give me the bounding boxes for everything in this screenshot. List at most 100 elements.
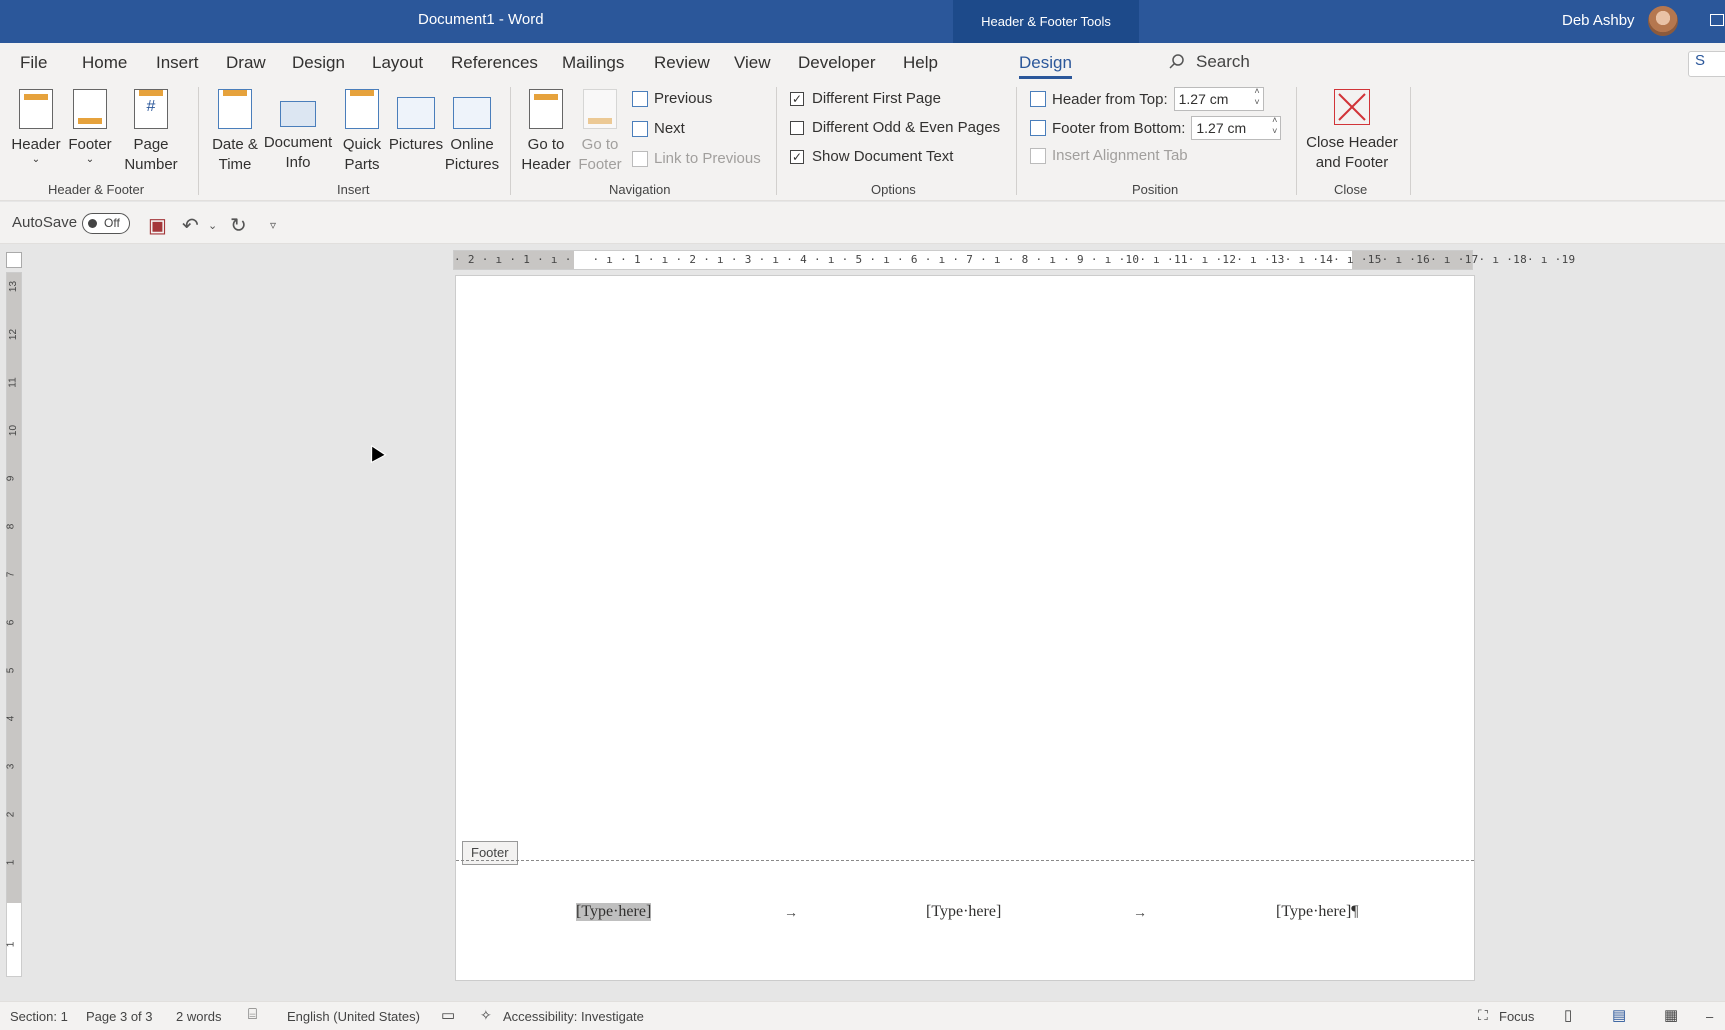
quick-parts-button[interactable]: Quick Parts <box>338 89 386 175</box>
next-button[interactable]: Next <box>632 120 685 137</box>
customize-toolbar-icon[interactable]: ▿ <box>270 218 276 232</box>
show-document-text-checkbox[interactable]: ✓ Show Document Text <box>790 148 953 165</box>
close-header-footer-button[interactable]: Close Header and Footer <box>1302 89 1402 173</box>
ruler-v-number: 11 <box>7 377 19 388</box>
focus-icon: ⛶ <box>1478 1007 1488 1023</box>
previous-button[interactable]: Previous <box>632 90 712 107</box>
group-label-position: Position <box>1132 182 1179 197</box>
document-info-label-1: Document <box>263 134 333 151</box>
tab-layout[interactable]: Layout <box>372 53 423 73</box>
go-to-footer-button[interactable]: Go to Footer <box>572 89 628 175</box>
ruler-v-number: 12 <box>8 328 20 341</box>
different-first-page-checkbox[interactable]: ✓ Different First Page <box>790 90 941 107</box>
display-settings-icon[interactable]: ▭ <box>441 1006 455 1024</box>
status-section[interactable]: Section: 1 <box>10 1009 68 1024</box>
go-to-header-label-1: Go to <box>527 136 565 153</box>
online-pictures-button[interactable]: Online Pictures <box>444 89 500 175</box>
avatar[interactable] <box>1648 6 1678 36</box>
previous-label: Previous <box>654 90 713 107</box>
zoom-out-icon[interactable]: – <box>1706 1009 1713 1024</box>
save-icon[interactable]: ▣ <box>148 213 167 238</box>
tab-design[interactable]: Design <box>292 53 345 73</box>
proofing-icon[interactable]: ⌸ <box>248 1006 257 1023</box>
header-icon <box>19 89 53 129</box>
ribbon-display-icon[interactable] <box>1710 14 1724 26</box>
calendar-icon <box>218 89 252 129</box>
chevron-down-icon[interactable]: ⌄ <box>208 219 217 232</box>
ruler-v-number: 1 <box>5 941 17 948</box>
tab-developer[interactable]: Developer <box>798 53 876 73</box>
tab-selector[interactable] <box>6 252 22 268</box>
vertical-ruler[interactable]: 13 12 11 10 9 8 7 6 5 4 3 2 1 1 <box>5 272 22 977</box>
status-language[interactable]: English (United States) <box>287 1009 420 1024</box>
tab-review[interactable]: Review <box>654 53 710 73</box>
insert-alignment-tab-label: Insert Alignment Tab <box>1052 147 1188 164</box>
mouse-pointer-icon <box>363 440 387 464</box>
online-pictures-label-1: Online <box>450 136 494 153</box>
undo-icon[interactable]: ↶ <box>182 213 199 238</box>
footer-icon <box>73 89 107 129</box>
ruler-v-number: 5 <box>5 667 17 674</box>
ruler-v-number: 4 <box>5 715 17 722</box>
footer-left-placeholder[interactable]: [Type·here] <box>576 903 652 921</box>
next-icon <box>632 120 648 137</box>
footer-position-icon <box>1030 120 1046 136</box>
date-time-button[interactable]: Date & Time <box>206 89 264 175</box>
tab-header-footer-design[interactable]: Design <box>1019 53 1072 79</box>
footer-from-bottom-stepper[interactable]: 1.27 cm <box>1191 115 1282 140</box>
group-separator <box>776 87 777 195</box>
different-odd-even-checkbox[interactable]: Different Odd & Even Pages <box>790 119 1000 136</box>
ruler-v-number: 2 <box>5 811 17 818</box>
footer-right-placeholder[interactable]: [Type·here]¶ <box>1276 903 1359 921</box>
tab-view[interactable]: View <box>734 53 771 73</box>
insert-alignment-tab-button[interactable]: Insert Alignment Tab <box>1030 147 1188 164</box>
pictures-icon <box>397 97 435 129</box>
ruler-margin-top <box>7 273 21 903</box>
pictures-label: Pictures <box>388 136 444 153</box>
share-button[interactable]: S <box>1688 51 1725 77</box>
accessibility-icon: ✧ <box>480 1007 492 1023</box>
read-mode-icon[interactable]: ▯ <box>1564 1006 1572 1024</box>
document-info-button[interactable]: Document Info <box>262 89 334 173</box>
go-to-footer-label-2: Footer <box>578 156 622 173</box>
tab-mailings[interactable]: Mailings <box>562 53 624 73</box>
title-bar: Document1 - Word Header & Footer Tools D… <box>0 0 1725 43</box>
footer-center-placeholder[interactable]: [Type·here] <box>926 903 1001 921</box>
date-time-label-1: Date & <box>212 136 258 153</box>
focus-button[interactable]: Focus <box>1499 1009 1534 1024</box>
web-layout-icon[interactable]: ▦ <box>1664 1006 1678 1024</box>
horizontal-ruler[interactable]: · 2 · ı · 1 · ı · · ı · 1 · ı · 2 · ı · … <box>453 250 1575 270</box>
footer-label: Footer <box>68 136 112 153</box>
status-accessibility[interactable]: Accessibility: Investigate <box>503 1009 644 1024</box>
redo-icon[interactable]: ↻ <box>230 213 247 238</box>
close-icon <box>1334 89 1370 125</box>
autosave-toggle[interactable]: Off <box>82 213 130 234</box>
link-to-previous-button[interactable]: Link to Previous <box>632 150 761 167</box>
search-box[interactable]: Search <box>1168 52 1250 72</box>
tab-help[interactable]: Help <box>903 53 938 73</box>
status-bar: Section: 1 Page 3 of 3 2 words ⌸ English… <box>0 1001 1725 1030</box>
header-from-top-stepper[interactable]: 1.27 cm <box>1173 86 1264 111</box>
document-page[interactable]: Footer [Type·here] → [Type·here] → [Type… <box>455 275 1475 981</box>
header-position-icon <box>1030 91 1046 107</box>
date-time-label-2: Time <box>218 156 252 173</box>
tab-home[interactable]: Home <box>82 53 127 73</box>
page-number-button[interactable]: # Page Number <box>116 89 186 175</box>
go-to-header-label-2: Header <box>521 156 571 173</box>
tab-file[interactable]: File <box>20 53 47 73</box>
close-label-1: Close Header <box>1306 134 1398 151</box>
go-to-header-button[interactable]: Go to Header <box>518 89 574 175</box>
print-layout-icon[interactable]: ▤ <box>1612 1006 1626 1024</box>
tab-references[interactable]: References <box>451 53 538 73</box>
footer-boundary <box>456 860 1474 861</box>
tab-insert[interactable]: Insert <box>156 53 199 73</box>
header-button[interactable]: Header ⌄ <box>10 89 62 165</box>
group-label-options: Options <box>871 182 916 197</box>
pictures-button[interactable]: Pictures <box>388 89 444 155</box>
tab-draw[interactable]: Draw <box>226 53 266 73</box>
menu-tabs: File Home Insert Draw Design Layout Refe… <box>0 43 1725 81</box>
status-words[interactable]: 2 words <box>176 1009 222 1024</box>
footer-button[interactable]: Footer ⌄ <box>64 89 116 165</box>
user-name[interactable]: Deb Ashby <box>1562 12 1635 29</box>
status-page[interactable]: Page 3 of 3 <box>86 1009 153 1024</box>
